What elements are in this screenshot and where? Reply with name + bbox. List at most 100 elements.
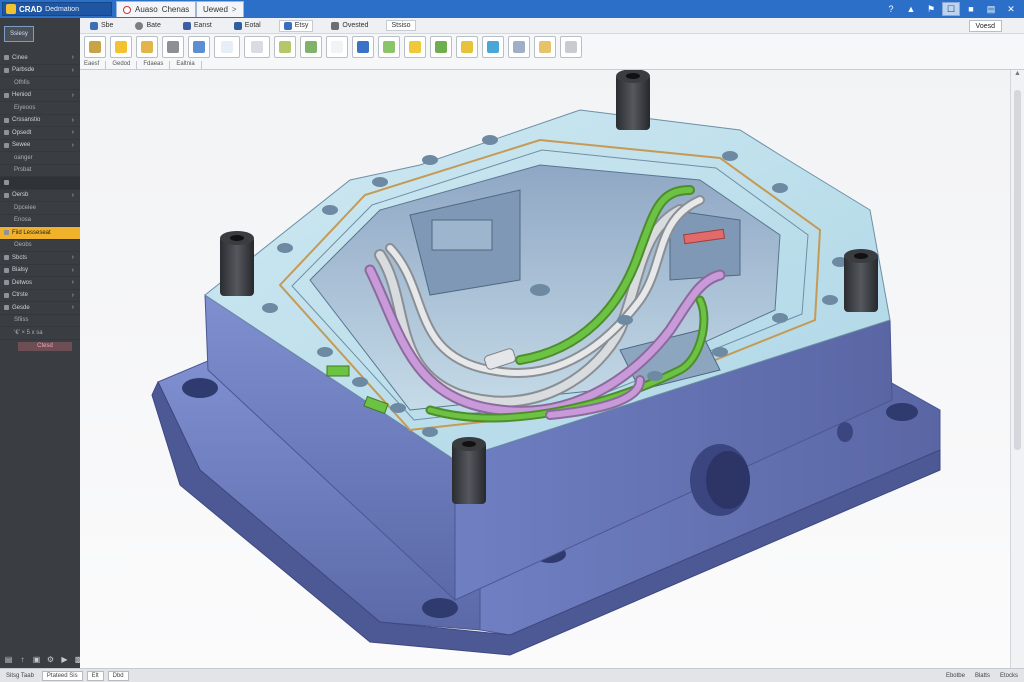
ribbon-tool-button[interactable] (84, 36, 106, 58)
ribbon-tool-button[interactable] (300, 36, 322, 58)
close-icon[interactable]: > (232, 5, 237, 14)
ribbon-tool-button[interactable] (244, 36, 270, 58)
home-icon (90, 21, 98, 30)
sidebar-item[interactable] (0, 177, 80, 190)
tool-icon (461, 41, 473, 53)
model-viewport[interactable] (80, 70, 1010, 668)
ribbon-tool-button[interactable] (110, 36, 132, 58)
ribbon-tool-button[interactable] (404, 36, 426, 58)
ribbon-tab-etsy[interactable]: Etsy (278, 19, 314, 32)
chevron-right-icon[interactable]: › (72, 254, 74, 261)
sidebar-item[interactable]: Detwos › (0, 277, 80, 290)
flag-icon[interactable]: ⚑ (922, 2, 940, 16)
sidebar-item[interactable]: Gesde › (0, 302, 80, 315)
sidebar-bottom-icon[interactable]: ▣ (32, 655, 41, 664)
ribbon-tool-button[interactable] (534, 36, 556, 58)
sidebar-item[interactable]: Oeobs (0, 240, 80, 252)
chevron-right-icon[interactable]: › (72, 117, 74, 124)
ribbon-tab-bate[interactable]: Bate (131, 21, 164, 31)
ribbon-tool-button[interactable] (508, 36, 530, 58)
item-icon (4, 255, 9, 261)
notify-icon[interactable]: ▲ (902, 2, 920, 16)
app-menu-button[interactable]: CRAD Dedmation (2, 2, 112, 16)
chevron-right-icon[interactable]: › (72, 54, 74, 61)
sidebar-item[interactable]: Oersb › (0, 190, 80, 202)
sidebar-item[interactable]: Parbsde › (0, 65, 80, 77)
sidebar-item[interactable]: Eiyeoos (0, 102, 80, 115)
document-tab-1[interactable]: Auaso Chenas (116, 1, 197, 17)
ribbon-tool-button[interactable] (352, 36, 374, 58)
ribbon-tool-button[interactable] (162, 36, 184, 58)
chevron-right-icon[interactable]: › (72, 142, 74, 149)
sidebar-top-button[interactable]: Ssiesy (4, 26, 34, 42)
status-field-2[interactable]: Elt (86, 670, 104, 681)
sidebar-item[interactable]: Sewee › (0, 140, 80, 152)
sidebar-item-label: Sfiiss (14, 317, 29, 324)
chevron-right-icon[interactable]: › (72, 304, 74, 311)
window-icon[interactable]: ☐ (942, 2, 960, 16)
cad-model[interactable] (80, 70, 1010, 668)
sidebar-bottom-icon[interactable]: ⚙ (46, 655, 55, 664)
ribbon-tool-button[interactable] (214, 36, 240, 58)
sidebar-item[interactable]: Cinee › (0, 52, 80, 65)
item-icon (4, 92, 9, 98)
tab-extra-label: Chenas (161, 5, 190, 14)
chevron-right-icon[interactable]: › (72, 267, 74, 274)
ribbon-tool-button[interactable] (430, 36, 452, 58)
sidebar-item[interactable]: Sbcts › (0, 252, 80, 265)
sidebar-item[interactable]: Fiid Lesseseat (0, 227, 80, 240)
chevron-right-icon[interactable]: › (72, 292, 74, 299)
ribbon-tab-eotal[interactable]: Eotal (230, 21, 265, 31)
grid-icon (182, 21, 191, 30)
sidebar-item[interactable]: Ctrste › (0, 290, 80, 302)
chevron-right-icon[interactable]: › (72, 129, 74, 136)
ribbon-tab-stsiso[interactable]: Stsiso (386, 20, 416, 31)
sidebar-item[interactable]: ‘€’ × 5 x sa (0, 327, 80, 340)
status-field-3[interactable]: Dbd (107, 670, 129, 681)
sidebar-item[interactable]: Heniod › (0, 90, 80, 102)
close-window-icon[interactable]: ✕ (1002, 2, 1020, 16)
scroll-thumb[interactable] (1014, 90, 1021, 450)
sidebar-item[interactable]: Sfiiss (0, 315, 80, 327)
sidebar-bottom-icon[interactable]: ↑ (18, 655, 27, 664)
ribbon-tool-button[interactable] (456, 36, 478, 58)
sidebar-item[interactable]: Dpceiee (0, 202, 80, 215)
status-right-text: Etocks (999, 672, 1018, 679)
sidebar-item[interactable]: oanger (0, 152, 80, 165)
panel-icon[interactable]: ▤ (982, 2, 1000, 16)
ribbon-tool-button[interactable] (188, 36, 210, 58)
ribbon-tool-button[interactable] (326, 36, 348, 58)
status-field-1[interactable]: Ptateed Sis (41, 670, 83, 681)
ribbon-tool-button[interactable] (560, 36, 582, 58)
sidebar-item[interactable]: Prsbat (0, 165, 80, 177)
sidebar-list: Cinee › Parbsde › Ofhfis Heniod › Eiyeoos Crssan… (0, 52, 80, 351)
sidebar-bottom-icon[interactable]: ▶ (60, 655, 69, 664)
ribbon-tab-sbe[interactable]: Sbe (86, 21, 117, 31)
chevron-right-icon[interactable]: › (72, 279, 74, 286)
ribbon-tool-button[interactable] (482, 36, 504, 58)
scroll-up-icon[interactable]: ▲ (1011, 70, 1024, 80)
ribbon-option-button[interactable]: Voesd (968, 20, 1002, 32)
sidebar-item[interactable]: Ofhfis (0, 77, 80, 90)
ribbon-tab-ovested[interactable]: Ovested (327, 21, 372, 31)
ribbon-tool-button[interactable] (378, 36, 400, 58)
sidebar-item[interactable]: Opsedt › (0, 127, 80, 140)
status-bar: Sitsg Taab Ptateed Sis Elt Dbd Ebotbe Bl… (0, 668, 1024, 682)
chevron-right-icon[interactable]: › (72, 192, 74, 199)
help-icon[interactable]: ? (882, 2, 900, 16)
item-icon (4, 142, 9, 148)
sidebar-item-label: Parbsde (12, 67, 35, 74)
document-tab-2[interactable]: Uewed > (196, 1, 244, 17)
ribbon-tab-eanst[interactable]: Eanst (179, 21, 216, 31)
sidebar-item[interactable]: Crssanstio › (0, 115, 80, 127)
chevron-right-icon[interactable]: › (72, 67, 74, 74)
sidebar-tag[interactable]: Ctesd (18, 341, 72, 351)
stop-icon[interactable]: ■ (962, 2, 980, 16)
ribbon-tool-button[interactable] (136, 36, 158, 58)
sidebar-item[interactable]: Enosa (0, 215, 80, 227)
ribbon-tool-button[interactable] (274, 36, 296, 58)
sidebar-bottom-icon[interactable]: ▤ (4, 655, 13, 664)
sidebar-item[interactable]: Bialsy › (0, 265, 80, 277)
chevron-right-icon[interactable]: › (72, 92, 74, 99)
vertical-scrollbar[interactable]: ▲ (1010, 70, 1024, 668)
